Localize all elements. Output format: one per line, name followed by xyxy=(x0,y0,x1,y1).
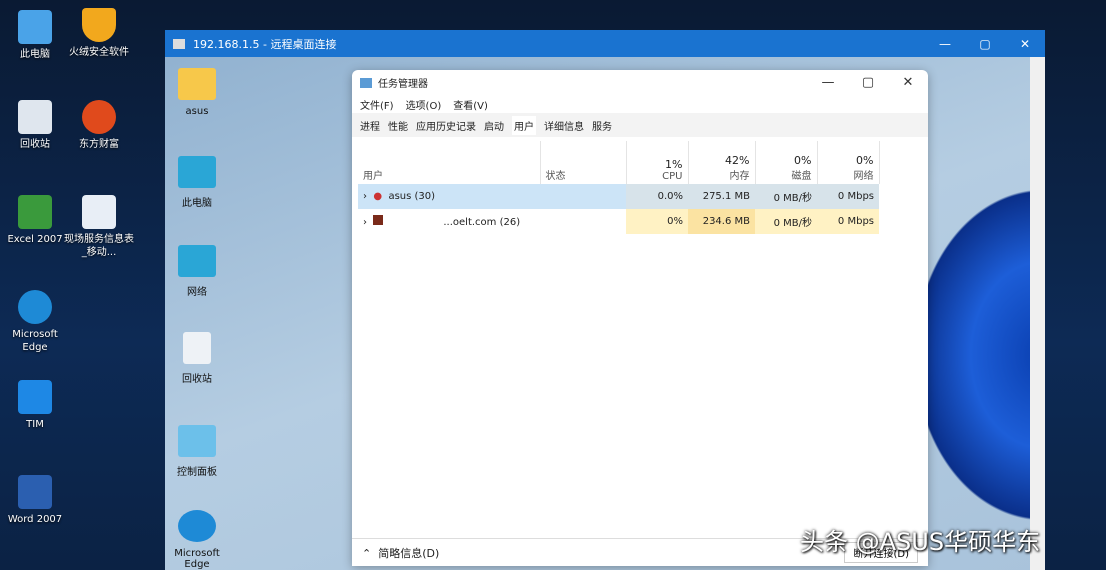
remote-desktop-icon[interactable]: 网络 xyxy=(165,245,229,298)
user-avatar-icon: ● xyxy=(373,191,383,202)
tab-performance[interactable]: 性能 xyxy=(388,118,408,133)
tm-title: 任务管理器 xyxy=(378,79,428,90)
remote-desktop-window: 192.168.1.5 - 远程桌面连接 — ▢ ✕ asus 此电脑 网络 回收站… xyxy=(165,30,1045,570)
tab-users[interactable]: 用户 xyxy=(512,115,536,135)
menu-options[interactable]: 选项(O) xyxy=(406,97,442,112)
close-button[interactable]: ✕ xyxy=(888,75,928,90)
desktop-icon[interactable]: Microsoft Edge xyxy=(0,290,70,354)
col-memory[interactable]: 42% 内存 xyxy=(688,141,756,184)
col-network[interactable]: 0% 网络 xyxy=(817,141,880,184)
watermark: 头条 @ASUS华硕华东 xyxy=(800,528,1041,556)
tab-details[interactable]: 详细信息 xyxy=(544,118,584,133)
remote-desktop-icon[interactable]: 控制面板 xyxy=(165,425,229,478)
desktop-icon[interactable]: 回收站 xyxy=(0,100,70,151)
chevron-up-icon: ⌃ xyxy=(362,546,372,560)
remote-desktop-icon[interactable]: 回收站 xyxy=(165,332,229,385)
menu-bar: 文件(F) 选项(O) 查看(V) xyxy=(352,95,928,113)
maximize-button[interactable]: ▢ xyxy=(848,75,888,90)
col-user[interactable]: 用户 xyxy=(358,141,541,184)
desktop-icon[interactable]: 东方财富 xyxy=(64,100,134,151)
maximize-button[interactable]: ▢ xyxy=(965,37,1005,51)
table-row[interactable]: › ● asus (30) 0.0% 275.1 MB 0 MB/秒 0 Mbp… xyxy=(358,184,879,209)
tab-bar: 进程 性能 应用历史记录 启动 用户 详细信息 服务 xyxy=(352,113,928,137)
task-manager-window: 任务管理器 — ▢ ✕ 文件(F) 选项(O) 查看(V) 进程 性能 应用历史记录… xyxy=(352,70,928,566)
rdp-title: 192.168.1.5 - 远程桌面连接 xyxy=(193,37,337,51)
rdp-title-bar: 192.168.1.5 - 远程桌面连接 — ▢ ✕ xyxy=(165,30,1045,57)
expand-chevron-icon[interactable]: › xyxy=(363,217,367,228)
tab-app-history[interactable]: 应用历史记录 xyxy=(416,118,476,133)
col-cpu[interactable]: 1% CPU xyxy=(626,141,689,184)
remote-desktop-icon[interactable]: Microsoft Edge xyxy=(165,510,229,570)
task-manager-icon xyxy=(360,77,372,88)
desktop-icon[interactable]: Excel 2007 xyxy=(0,195,70,246)
table-row[interactable]: › ...oelt.com (26) 0% 234.6 MB 0 MB/秒 0 … xyxy=(358,209,879,234)
menu-view[interactable]: 查看(V) xyxy=(453,97,488,112)
wallpaper-bloom xyxy=(915,190,1045,520)
tm-title-bar: 任务管理器 — ▢ ✕ xyxy=(352,70,928,95)
col-status[interactable]: 状态 xyxy=(540,141,627,184)
minimize-button[interactable]: — xyxy=(808,75,848,90)
close-button[interactable]: ✕ xyxy=(1005,37,1045,51)
menu-file[interactable]: 文件(F) xyxy=(360,97,394,112)
scrollbar[interactable] xyxy=(1030,57,1045,570)
tab-services[interactable]: 服务 xyxy=(592,118,612,133)
desktop-icon[interactable]: TIM xyxy=(0,380,70,431)
col-disk[interactable]: 0% 磁盘 xyxy=(755,141,818,184)
monitor-icon xyxy=(173,38,185,49)
minimize-button[interactable]: — xyxy=(925,37,965,51)
user-avatar-icon xyxy=(373,215,384,225)
expand-chevron-icon[interactable]: › xyxy=(363,191,367,202)
fewer-details-link[interactable]: ⌃ 简略信息(D) xyxy=(362,545,439,561)
desktop-icon[interactable]: 此电脑 xyxy=(0,10,70,61)
desktop-icon[interactable]: 现场服务信息表_移动... xyxy=(64,195,134,259)
tab-processes[interactable]: 进程 xyxy=(360,118,380,133)
desktop-icon[interactable]: 火绒安全软件 xyxy=(64,8,134,59)
tab-startup[interactable]: 启动 xyxy=(484,118,504,133)
remote-desktop-icon[interactable]: asus xyxy=(165,68,229,117)
remote-desktop-icon[interactable]: 此电脑 xyxy=(165,156,229,209)
users-table: 用户 状态 1% CPU 42% 内存 0% 磁盘 0% 网络 › ● asus (30… xyxy=(358,141,880,234)
desktop-icon[interactable]: Word 2007 xyxy=(0,475,70,526)
